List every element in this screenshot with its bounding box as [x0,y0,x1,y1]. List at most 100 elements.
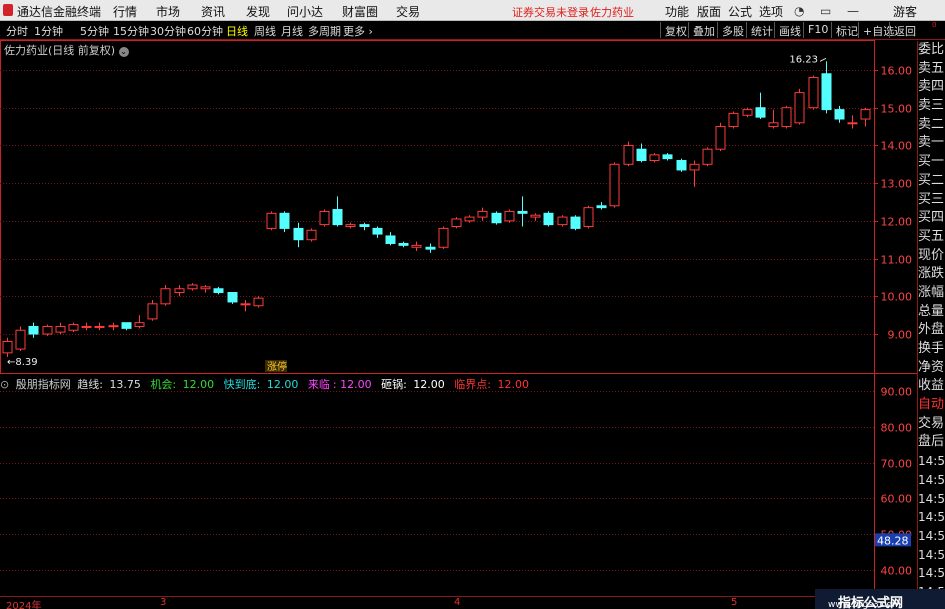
candle[interactable] [293,222,304,248]
candle[interactable] [160,284,171,306]
candle[interactable] [425,243,436,253]
quote-panel-item[interactable]: 买一 [918,153,945,172]
quote-panel-item[interactable]: 14:57 [918,564,945,583]
candle[interactable] [768,109,779,129]
candle[interactable] [227,292,238,304]
quote-panel-item[interactable]: 14:56 [918,546,945,565]
quote-panel-item[interactable]: 14:56 [918,490,945,509]
candle[interactable] [279,211,290,233]
quote-panel-item[interactable]: 卖一 [918,134,945,153]
candle[interactable] [609,162,620,208]
candle[interactable] [543,211,554,227]
candle[interactable] [649,152,660,163]
candle[interactable] [306,228,317,242]
quote-panel-item[interactable]: 委比 [918,41,945,60]
quote-panel-item[interactable]: 自动 [918,396,945,415]
candle[interactable] [451,217,462,229]
quote-panel-item[interactable]: 收益 [918,377,945,396]
candle[interactable] [715,122,726,152]
quote-panel-item[interactable]: 总量 [918,303,945,322]
candle[interactable] [662,152,673,161]
quote-panel-item[interactable]: 买四 [918,209,945,228]
candle[interactable] [728,111,739,129]
quote-panel-item[interactable]: 涨幅 [918,284,945,303]
candle[interactable] [359,222,370,231]
candle[interactable] [781,105,792,129]
candle[interactable] [385,232,396,246]
candle[interactable] [398,241,409,248]
candle[interactable] [81,322,92,331]
candle[interactable] [477,207,488,221]
candle[interactable] [794,88,805,125]
candle[interactable] [121,322,132,331]
candle[interactable] [557,215,568,227]
kline-chart[interactable]: 9.00 10.00 11.00 12.00 13.00 14.00 15.00 16.00 1… [0,0,917,596]
quote-panel-item[interactable]: 卖五 [918,60,945,79]
candle[interactable] [491,211,502,225]
candle[interactable] [623,141,634,167]
candle[interactable] [28,322,39,338]
candle[interactable] [187,283,198,291]
candle[interactable] [332,196,343,227]
quote-panel-item[interactable]: 涨跌 [918,265,945,284]
candle[interactable] [15,326,26,351]
candle[interactable] [702,147,713,167]
candle[interactable] [847,115,858,129]
quote-panel-item[interactable]: 买二 [918,172,945,191]
quote-panel-item[interactable]: 盘后 [918,433,945,452]
quote-panel-item[interactable]: 14:56 [918,452,945,471]
candle[interactable] [266,211,277,231]
candle[interactable] [372,226,383,238]
candle[interactable] [174,284,185,297]
quote-panel-item[interactable]: 卖二 [918,116,945,135]
candle[interactable] [464,215,475,223]
candle[interactable] [240,300,251,312]
quote-panel-item[interactable]: 买三 [918,191,945,210]
candle[interactable] [94,322,105,331]
candle[interactable] [2,337,13,358]
candle[interactable] [808,75,819,110]
quote-panel-item[interactable]: 卖三 [918,97,945,116]
indicator-name[interactable]: 殷朋指标网 [16,378,71,391]
candle[interactable] [596,202,607,210]
quote-panel-item[interactable]: 14:56 [918,508,945,527]
dropdown-circle-icon[interactable]: ⌄ [118,47,129,57]
candle[interactable] [821,61,832,114]
candle[interactable] [676,158,687,172]
candle[interactable] [345,222,356,229]
candle[interactable] [319,209,330,227]
candle[interactable] [42,324,53,336]
candle[interactable] [504,209,515,223]
candle[interactable] [689,160,700,187]
candle-body [253,297,264,307]
candle[interactable] [55,322,66,334]
candle[interactable] [834,105,845,123]
candle[interactable] [438,226,449,250]
candle[interactable] [530,213,541,221]
candle[interactable] [583,205,594,229]
candle[interactable] [742,107,753,118]
candle[interactable] [755,92,766,120]
candle[interactable] [200,284,211,293]
quote-panel-item[interactable]: 外盘 [918,321,945,340]
indicator-settings-icon[interactable]: ⊙ [0,378,9,391]
quote-panel-item[interactable]: 交易 [918,415,945,434]
candle[interactable] [860,107,871,127]
candle[interactable] [636,143,647,163]
candle[interactable] [134,315,145,329]
candle[interactable] [213,286,224,295]
quote-panel-item[interactable]: 净资 [918,359,945,378]
quote-panel-item[interactable]: 现价 [918,247,945,266]
candle[interactable] [147,300,158,321]
candle[interactable] [411,241,422,252]
quote-panel-item[interactable]: 卖四 [918,78,945,97]
candle[interactable] [68,322,79,333]
quote-panel-item[interactable]: 买五 [918,228,945,247]
candle[interactable] [108,322,119,331]
candle[interactable] [570,215,581,231]
candle[interactable] [253,296,264,308]
right-panel-tab[interactable]: 0 [932,21,945,40]
quote-panel-item[interactable]: 14:56 [918,527,945,546]
quote-panel-item[interactable]: 换手 [918,340,945,359]
quote-panel-item[interactable]: 14:56 [918,471,945,490]
